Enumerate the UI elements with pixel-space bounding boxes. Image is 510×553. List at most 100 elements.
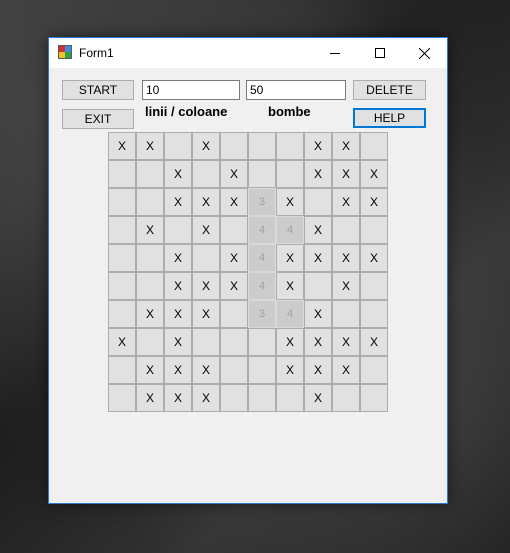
grid-cell[interactable]: X xyxy=(220,160,248,188)
grid-cell[interactable]: X xyxy=(192,384,220,412)
grid-cell[interactable]: 4 xyxy=(248,216,276,244)
grid-cell[interactable]: X xyxy=(136,356,164,384)
grid-cell[interactable] xyxy=(108,356,136,384)
grid-cell[interactable]: X xyxy=(192,356,220,384)
grid-cell[interactable] xyxy=(108,272,136,300)
grid-cell[interactable]: X xyxy=(332,132,360,160)
grid-cell[interactable]: X xyxy=(304,384,332,412)
grid-cell[interactable]: X xyxy=(136,384,164,412)
grid-cell[interactable]: X xyxy=(136,300,164,328)
grid-cell[interactable] xyxy=(332,300,360,328)
grid-cell[interactable] xyxy=(248,356,276,384)
grid-cell[interactable] xyxy=(136,272,164,300)
grid-cell[interactable]: X xyxy=(192,300,220,328)
grid-cell[interactable]: 4 xyxy=(276,216,304,244)
grid-cell[interactable]: X xyxy=(360,160,388,188)
grid-cell[interactable]: 4 xyxy=(248,244,276,272)
grid-cell[interactable]: X xyxy=(136,132,164,160)
grid-cell[interactable]: 4 xyxy=(276,300,304,328)
grid-cell[interactable]: X xyxy=(304,160,332,188)
grid-cell[interactable] xyxy=(360,384,388,412)
grid-cell[interactable]: X xyxy=(192,216,220,244)
grid-cell[interactable] xyxy=(360,132,388,160)
grid-cell[interactable] xyxy=(108,244,136,272)
grid-cell[interactable] xyxy=(108,384,136,412)
grid-cell[interactable]: X xyxy=(332,244,360,272)
start-button[interactable]: START xyxy=(62,80,134,100)
close-button[interactable] xyxy=(401,38,447,68)
grid-cell[interactable] xyxy=(220,216,248,244)
grid-cell[interactable]: X xyxy=(276,244,304,272)
grid-cell[interactable]: X xyxy=(360,244,388,272)
grid-cell[interactable] xyxy=(220,356,248,384)
grid-cell[interactable] xyxy=(136,188,164,216)
grid-cell[interactable] xyxy=(108,188,136,216)
grid-cell[interactable] xyxy=(108,300,136,328)
grid-cell[interactable] xyxy=(332,384,360,412)
grid-cell[interactable] xyxy=(220,328,248,356)
title-bar[interactable]: Form1 xyxy=(49,38,447,68)
grid-cell[interactable] xyxy=(220,132,248,160)
grid-cell[interactable] xyxy=(192,244,220,272)
grid-cell[interactable]: X xyxy=(332,328,360,356)
minimize-button[interactable] xyxy=(312,38,358,68)
grid-cell[interactable]: X xyxy=(276,328,304,356)
grid-cell[interactable] xyxy=(108,160,136,188)
grid-cell[interactable] xyxy=(136,328,164,356)
rows-cols-input[interactable]: 10 xyxy=(142,80,240,100)
grid-cell[interactable]: X xyxy=(108,328,136,356)
grid-cell[interactable]: X xyxy=(304,300,332,328)
grid-cell[interactable]: X xyxy=(304,356,332,384)
grid-cell[interactable] xyxy=(276,384,304,412)
grid-cell[interactable] xyxy=(248,384,276,412)
grid-cell[interactable]: X xyxy=(304,132,332,160)
grid-cell[interactable]: X xyxy=(136,216,164,244)
grid-cell[interactable]: X xyxy=(332,160,360,188)
grid-cell[interactable]: X xyxy=(332,272,360,300)
grid-cell[interactable]: X xyxy=(164,272,192,300)
grid-cell[interactable] xyxy=(164,132,192,160)
grid-cell[interactable]: X xyxy=(220,272,248,300)
grid-cell[interactable]: X xyxy=(164,300,192,328)
grid-cell[interactable]: X xyxy=(276,356,304,384)
help-button[interactable]: HELP xyxy=(353,108,426,128)
grid-cell[interactable]: 3 xyxy=(248,188,276,216)
grid-cell[interactable] xyxy=(192,160,220,188)
grid-cell[interactable]: X xyxy=(192,132,220,160)
grid-cell[interactable] xyxy=(220,384,248,412)
grid-cell[interactable] xyxy=(276,132,304,160)
grid-cell[interactable]: X xyxy=(304,328,332,356)
grid-cell[interactable] xyxy=(360,300,388,328)
grid-cell[interactable]: X xyxy=(108,132,136,160)
grid-cell[interactable]: X xyxy=(304,244,332,272)
grid-cell[interactable]: X xyxy=(276,272,304,300)
grid-cell[interactable] xyxy=(248,132,276,160)
grid-cell[interactable] xyxy=(360,356,388,384)
grid-cell[interactable]: X xyxy=(220,244,248,272)
grid-cell[interactable]: X xyxy=(360,188,388,216)
grid-cell[interactable] xyxy=(192,328,220,356)
grid-cell[interactable] xyxy=(360,216,388,244)
grid-cell[interactable] xyxy=(276,160,304,188)
grid-cell[interactable]: X xyxy=(192,188,220,216)
grid-cell[interactable]: X xyxy=(164,328,192,356)
exit-button[interactable]: EXIT xyxy=(62,109,134,129)
delete-button[interactable]: DELETE xyxy=(353,80,426,100)
grid-cell[interactable] xyxy=(304,272,332,300)
grid-cell[interactable]: X xyxy=(360,328,388,356)
grid-cell[interactable]: X xyxy=(164,244,192,272)
grid-cell[interactable] xyxy=(136,244,164,272)
grid-cell[interactable] xyxy=(248,160,276,188)
maximize-button[interactable] xyxy=(357,38,403,68)
grid-cell[interactable] xyxy=(108,216,136,244)
grid-cell[interactable]: X xyxy=(164,384,192,412)
grid-cell[interactable]: X xyxy=(304,216,332,244)
grid-cell[interactable]: X xyxy=(164,356,192,384)
grid-cell[interactable] xyxy=(164,216,192,244)
grid-cell[interactable]: X xyxy=(192,272,220,300)
grid-cell[interactable] xyxy=(304,188,332,216)
grid-cell[interactable]: X xyxy=(332,188,360,216)
grid-cell[interactable]: X xyxy=(220,188,248,216)
grid-cell[interactable]: 3 xyxy=(248,300,276,328)
grid-cell[interactable] xyxy=(220,300,248,328)
